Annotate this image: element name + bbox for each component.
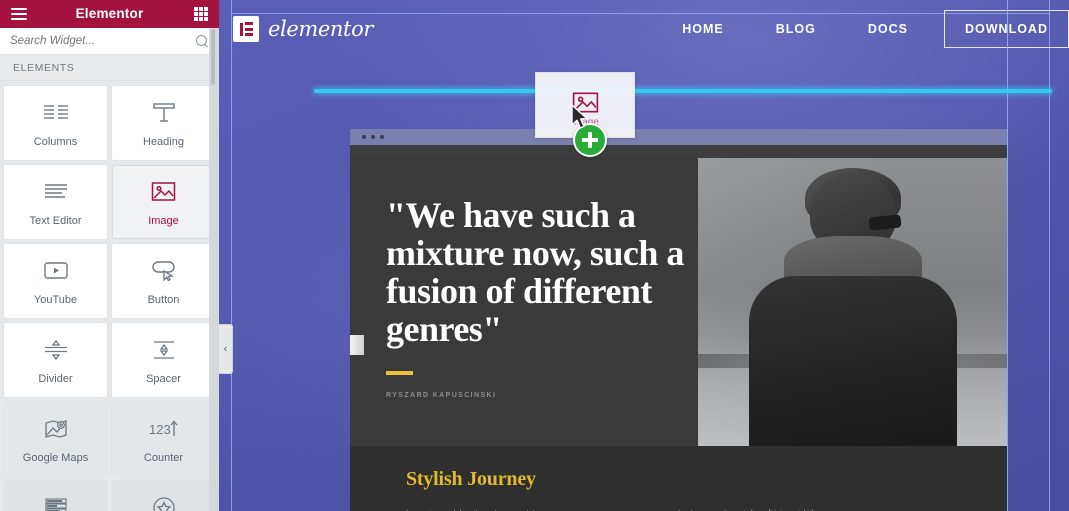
- heading-t-icon: [149, 99, 179, 127]
- widget-youtube[interactable]: YouTube: [4, 244, 107, 318]
- columns-icon: [41, 99, 71, 127]
- nav-item-home[interactable]: HOME: [656, 22, 750, 36]
- widget-spacer[interactable]: Spacer: [112, 323, 215, 397]
- widget-counter[interactable]: 123 Counter: [112, 402, 215, 476]
- widget-divider[interactable]: Divider: [4, 323, 107, 397]
- widget-columns[interactable]: Columns: [4, 86, 107, 160]
- nav-item-docs[interactable]: DOCS: [842, 22, 934, 36]
- hero-photo: [698, 158, 1007, 446]
- site-navbar: elementor HOME BLOG DOCS DOWNLOAD: [219, 0, 1069, 58]
- widget-google-maps[interactable]: Google Maps: [4, 402, 107, 476]
- widget-label: Divider: [38, 372, 73, 385]
- text-lines-icon: [41, 178, 71, 206]
- widget-image[interactable]: Image: [112, 165, 215, 239]
- window-dots-icon: [350, 129, 1007, 145]
- widget-progress-bar[interactable]: Progress Bar: [4, 481, 107, 511]
- widget-button[interactable]: Button: [112, 244, 215, 318]
- elementor-editor: Elementor ELEMENTS Co: [0, 0, 1069, 511]
- widget-label: Google Maps: [22, 451, 89, 464]
- widget-label: YouTube: [33, 293, 78, 306]
- photo-person-jacket: [748, 276, 957, 446]
- chevron-left-icon: ‹: [223, 343, 228, 355]
- elementor-logo-icon: [233, 16, 259, 42]
- brand-name: elementor: [268, 17, 373, 41]
- hero-quote-block: "We have such a mixture now, such a fusi…: [350, 158, 698, 446]
- widget-label: Columns: [33, 135, 78, 148]
- widget-icon[interactable]: Icon: [112, 481, 215, 511]
- panel-scrollbar-track[interactable]: [209, 28, 219, 511]
- panel-title: Elementor: [75, 6, 144, 21]
- widget-label: Heading: [143, 135, 184, 148]
- section-resize-handle[interactable]: [350, 335, 364, 355]
- star-circle-icon: [149, 494, 179, 511]
- panel-header: Elementor: [0, 0, 219, 28]
- svg-text:123: 123: [149, 422, 171, 437]
- photo-person-sunglasses: [867, 214, 902, 231]
- progress-bar-icon: [41, 494, 71, 511]
- hero-accent-rule: [386, 370, 413, 375]
- section-guide-left: [231, 0, 232, 511]
- spacer-icon: [149, 336, 179, 364]
- hero-quote-text: "We have such a mixture now, such a fusi…: [386, 195, 684, 350]
- grid-apps-icon[interactable]: [194, 7, 208, 21]
- mock-browser-content: "We have such a mixture now, such a fusi…: [350, 145, 1007, 511]
- image-icon: [149, 178, 179, 206]
- drop-position-indicator: [314, 89, 1052, 93]
- widget-label: Text Editor: [29, 214, 82, 227]
- widget-panel: Elementor ELEMENTS Co: [0, 0, 219, 511]
- counter-123-icon: 123: [149, 415, 179, 443]
- widget-heading[interactable]: Heading: [112, 86, 215, 160]
- mock-browser-window: "We have such a mixture now, such a fusi…: [350, 129, 1007, 511]
- search-input[interactable]: [10, 35, 196, 47]
- widget-label: Image: [148, 214, 179, 227]
- panel-collapse-toggle[interactable]: ‹: [219, 324, 233, 374]
- arrow-cursor-icon: [571, 104, 588, 129]
- map-pin-icon: [41, 415, 71, 443]
- search-row[interactable]: [0, 28, 219, 55]
- divider-icon: [41, 336, 71, 364]
- widget-text-editor[interactable]: Text Editor: [4, 165, 107, 239]
- elements-section-label: ELEMENTS: [0, 55, 219, 81]
- lower-heading: Stylish Journey: [406, 468, 536, 490]
- section-guide-outer-right: [1007, 0, 1008, 511]
- hamburger-icon[interactable]: [11, 8, 27, 20]
- panel-scrollbar-thumb[interactable]: [211, 29, 215, 85]
- nav-item-blog[interactable]: BLOG: [750, 22, 842, 36]
- widget-label: Button: [147, 293, 180, 306]
- widget-label: Spacer: [146, 372, 181, 385]
- search-icon[interactable]: [196, 34, 209, 48]
- button-cursor-icon: [149, 257, 179, 285]
- lower-content-section: Stylish Journey Lorem ipsum dolor sit am…: [350, 446, 1007, 511]
- widget-label: Counter: [143, 451, 184, 464]
- widget-grid: Columns Heading Text Editor Image YouTub…: [0, 81, 219, 511]
- preview-canvas: elementor HOME BLOG DOCS DOWNLOAD "We ha…: [219, 0, 1069, 511]
- play-video-icon: [41, 257, 71, 285]
- hero-section: "We have such a mixture now, such a fusi…: [350, 158, 1007, 446]
- section-guide-right: [1049, 0, 1050, 511]
- site-brand[interactable]: elementor: [233, 16, 373, 42]
- hero-quote-author: Ryszard Kapuscinski: [386, 391, 497, 399]
